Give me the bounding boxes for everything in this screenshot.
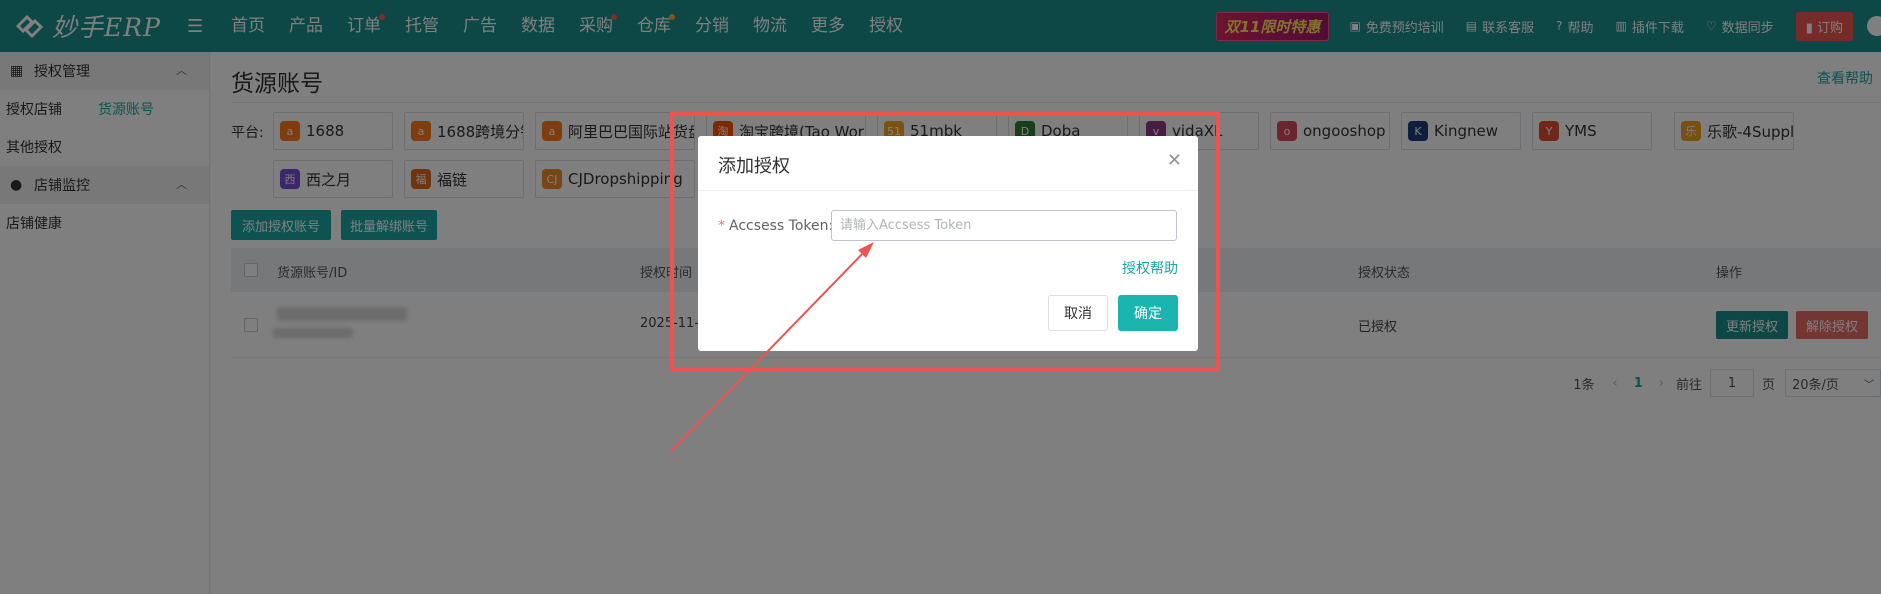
annotation-highlight-box (670, 112, 1220, 371)
